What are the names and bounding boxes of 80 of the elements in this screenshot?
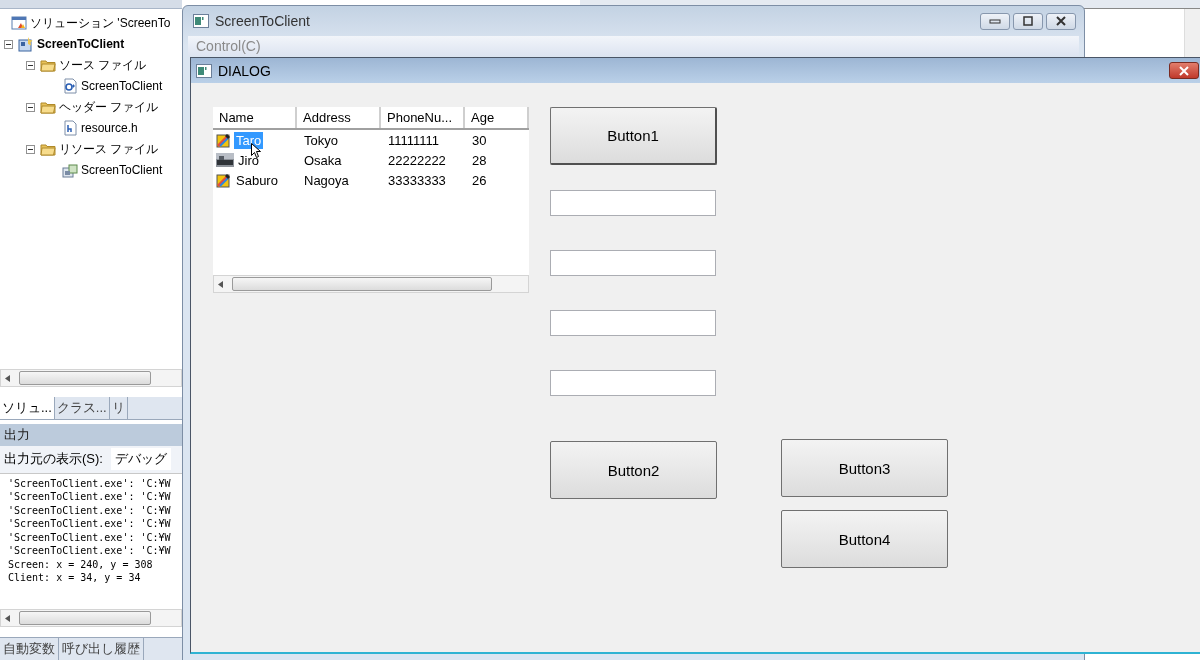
tree-item[interactable]: ソリューション 'ScreenTo [30,14,171,32]
table-cell-text: 26 [471,172,488,188]
window-icon [196,63,212,78]
maximize-icon [1022,16,1034,26]
column-header[interactable]: Address [297,107,381,128]
horizontal-scrollbar[interactable] [213,275,529,293]
horizontal-scrollbar[interactable] [0,369,182,388]
scroll-left-icon[interactable] [5,614,10,622]
window-title: ScreenToClient [215,13,310,29]
output-line: 'ScreenToClient.exe': 'C:¥W [8,530,172,545]
table-cell-text: Osaka [303,152,343,168]
output-line: Screen: x = 240, y = 308 [8,557,154,572]
output-line: 'ScreenToClient.exe': 'C:¥W [8,544,172,558]
output-line: 'ScreenToClient.exe': 'C:¥W [8,490,172,504]
solution-icon [11,15,27,32]
output-line: 'ScreenToClient.exe': 'C:¥W [8,517,172,531]
push-button[interactable]: Button2 [550,441,717,499]
tree-item[interactable]: ScreenToClient [81,163,163,178]
scroll-left-icon[interactable] [5,374,10,382]
column-header[interactable]: Name [213,107,297,128]
push-button[interactable]: Button1 [550,107,717,165]
panel-tab[interactable]: 呼び出し履歴 [59,638,144,660]
source-label: 出力元の表示(S): [4,450,103,469]
panel-title: 出力 [4,426,30,444]
tree-item[interactable]: ScreenToClient [37,37,125,52]
window-icon [193,14,209,28]
text-field[interactable] [550,310,716,336]
column-header[interactable]: Age [465,107,529,128]
source-dropdown[interactable]: デバッグ [110,448,171,471]
panel-tab[interactable]: 自動変数 [0,638,59,660]
table-cell-text: 22222222 [387,152,447,168]
list-item[interactable]: Jiro [236,151,261,169]
resource-file-icon [62,162,78,179]
vertical-scrollbar[interactable] [1184,9,1200,57]
pencil-icon [216,132,232,148]
close-button[interactable] [1046,12,1076,30]
folder-icon [40,99,56,116]
text-field[interactable] [550,370,716,396]
table-cell-text: Tokyo [303,132,339,148]
collapse-icon[interactable] [26,102,35,112]
maximize-button[interactable] [1013,12,1043,30]
tree-item[interactable]: リソース ファイル [59,140,159,158]
minimize-icon [989,18,1001,24]
close-button[interactable] [1169,62,1199,79]
mouse-pointer-icon [251,143,262,158]
folder-icon [40,141,56,158]
project-icon [18,36,34,53]
pencil-icon [216,172,232,188]
column-header[interactable]: PhoneNu... [381,107,465,128]
cpp-file-icon [62,78,78,95]
push-button[interactable]: Button3 [781,439,948,497]
collapse-icon[interactable] [26,60,35,70]
scroll-left-icon[interactable] [218,280,223,288]
close-icon [1055,16,1067,26]
collapse-icon[interactable] [26,144,35,154]
panel-tab[interactable]: ソリュ... [0,397,55,420]
output-line: 'ScreenToClient.exe': 'C:¥W [8,503,172,518]
tree-item[interactable]: ヘッダー ファイル [59,98,159,116]
folder-icon [40,57,56,74]
output-line: 'ScreenToClient.exe': 'C:¥W [8,476,172,491]
table-cell-text: 28 [471,152,488,168]
tree-item[interactable]: resource.h [81,121,138,136]
tree-item[interactable]: ScreenToClient [81,79,163,94]
output-line: Client: x = 34, y = 34 [8,571,142,585]
tree-item[interactable]: ソース ファイル [59,56,147,74]
table-cell-text: 30 [471,132,488,148]
photo-icon [216,152,234,168]
table-cell-text: 11111111 [387,132,441,148]
table-cell-text: 33333333 [387,172,447,188]
list-item[interactable]: Saburo [234,171,280,189]
horizontal-scrollbar[interactable] [0,609,182,628]
text-field[interactable] [550,190,716,216]
push-button[interactable]: Button4 [781,510,948,568]
text-field[interactable] [550,250,716,276]
table-cell-text: Nagoya [303,172,350,188]
dialog-title: DIALOG [218,62,271,79]
close-icon [1178,65,1190,76]
collapse-icon[interactable] [4,39,13,49]
header-file-icon [62,120,78,137]
minimize-button[interactable] [980,12,1010,30]
